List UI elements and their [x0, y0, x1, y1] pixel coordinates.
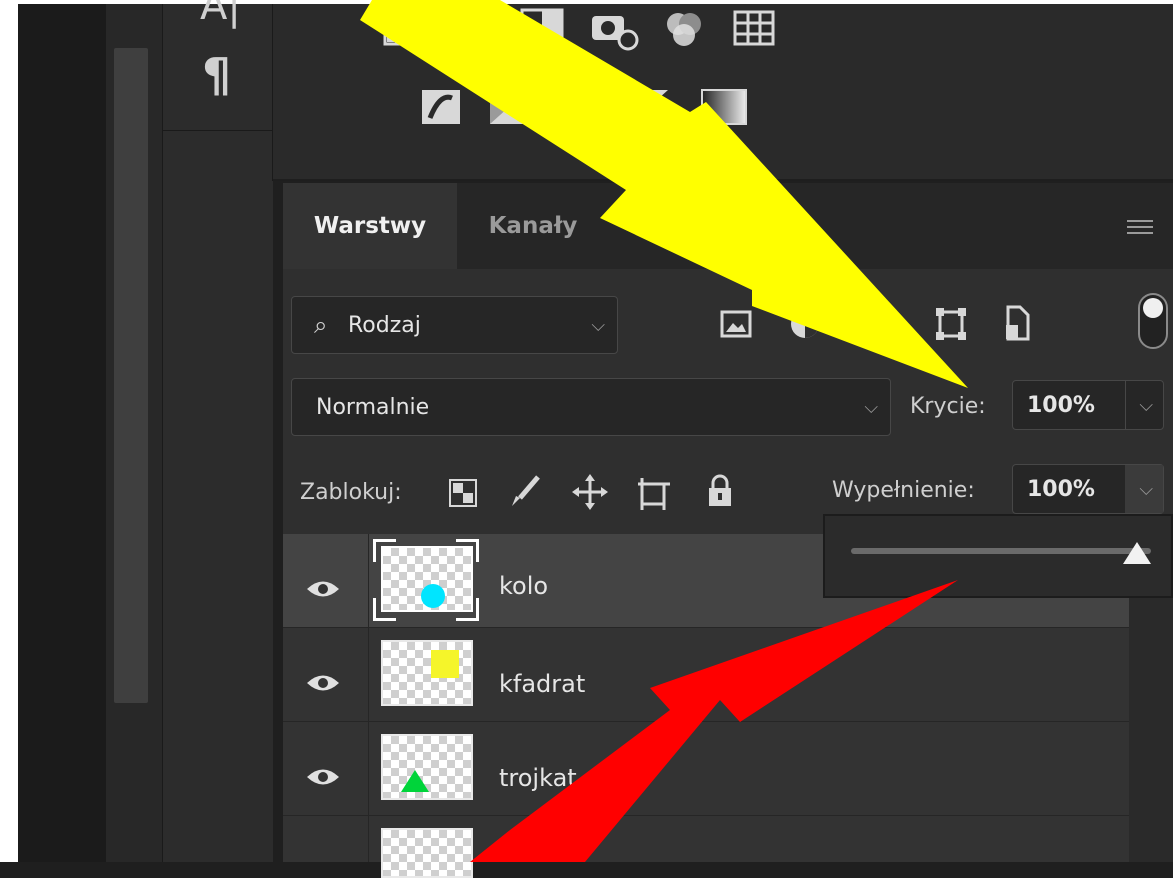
- annotation-arrows: [360, 0, 968, 862]
- yellow-arrow: [360, 0, 968, 388]
- red-arrow: [470, 580, 958, 862]
